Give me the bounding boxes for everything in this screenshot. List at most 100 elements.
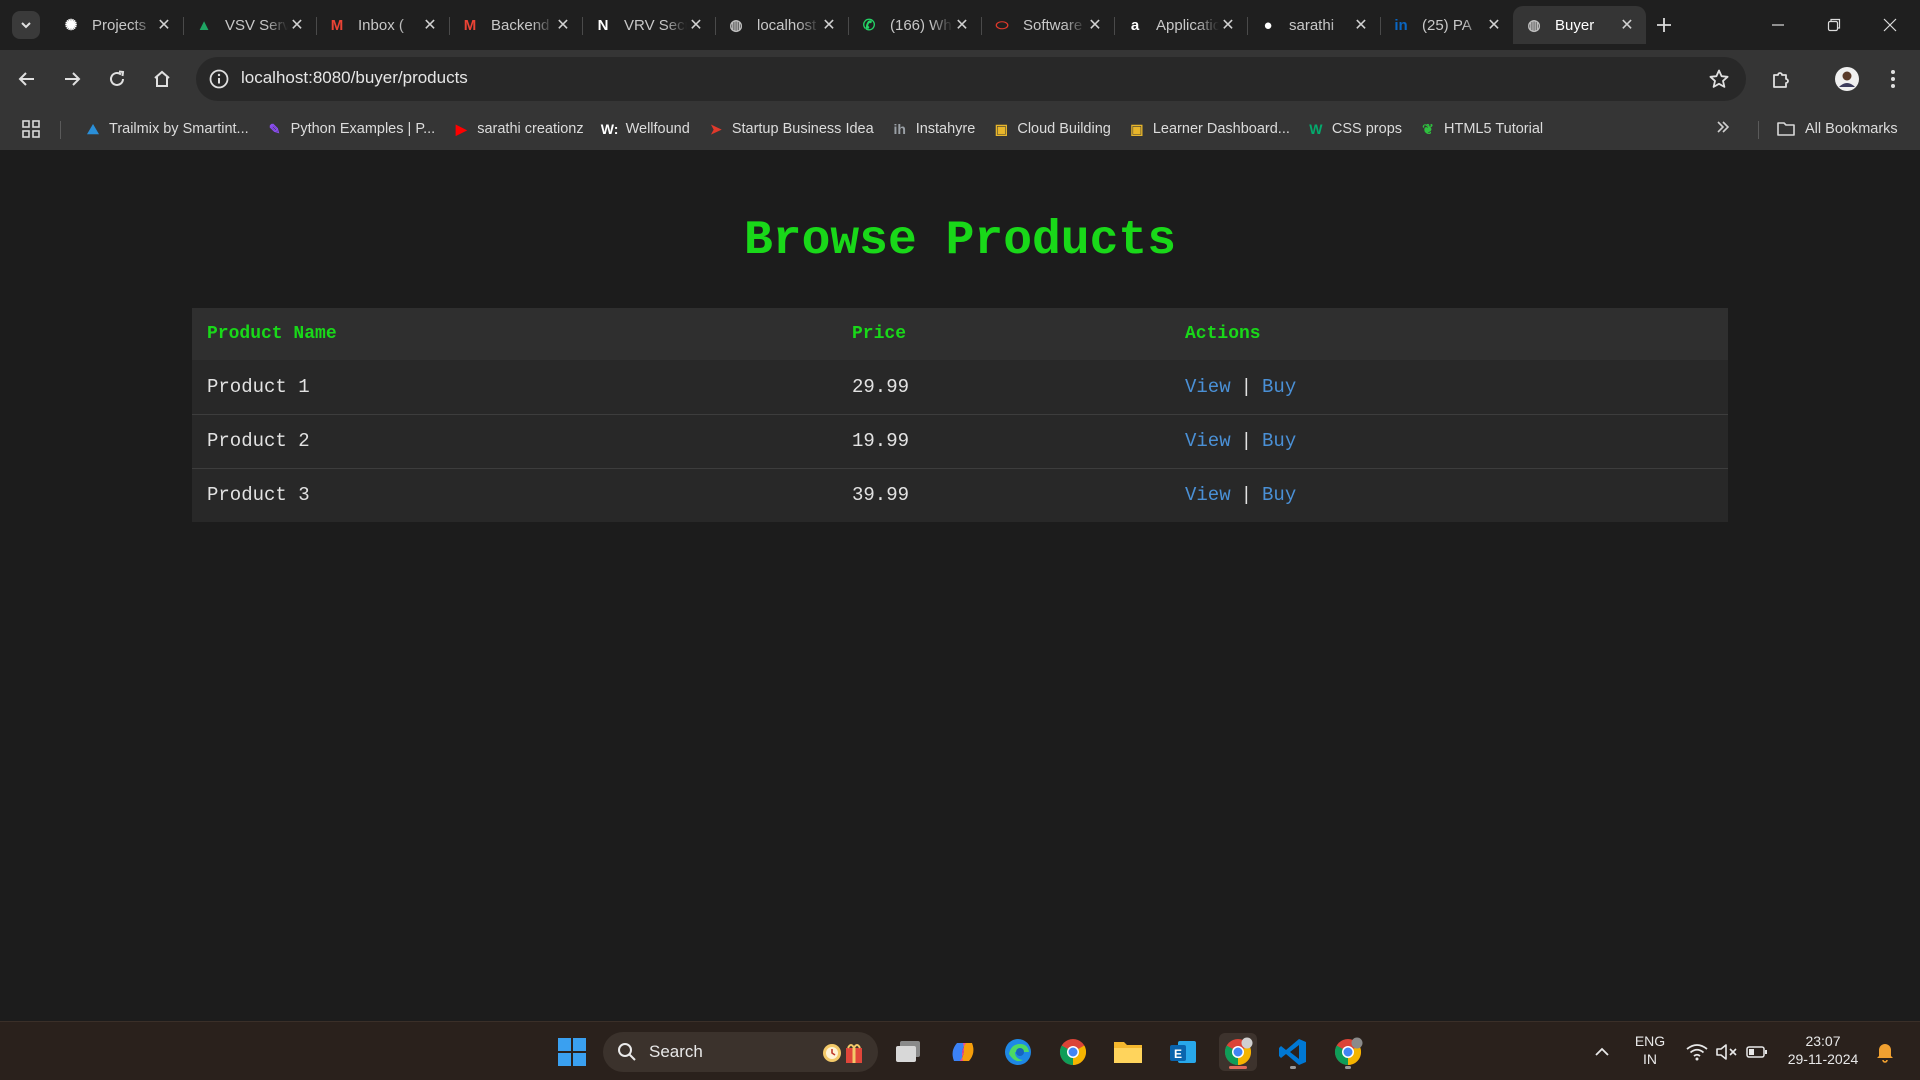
clock[interactable]: 23:07 29-11-2024	[1782, 1032, 1864, 1068]
apps-grid-icon[interactable]	[21, 119, 41, 139]
close-tab-icon[interactable]: ✕	[288, 16, 306, 34]
wellfound-icon: W:	[600, 121, 619, 137]
tab[interactable]: M Inbox (✕	[316, 6, 449, 44]
vscode-icon	[1279, 1039, 1306, 1065]
buy-product-link[interactable]: Buy	[1262, 430, 1296, 452]
bookmark-star-icon[interactable]	[1708, 68, 1730, 90]
back-button[interactable]	[12, 64, 42, 94]
speaker-muted-icon[interactable]	[1716, 1043, 1738, 1061]
bookmark-item[interactable]: ➤ Startup Business Idea	[702, 115, 880, 143]
url-text[interactable]: localhost:8080/buyer/products	[241, 68, 468, 88]
windows-taskbar: Search E ENG IN 23:07 29-11-2024	[0, 1021, 1920, 1080]
restore-button[interactable]	[1806, 0, 1862, 50]
bookmark-item[interactable]: W: Wellfound	[596, 115, 696, 143]
bookmark-item[interactable]: ⛰ Trailmix by Smartint...	[79, 115, 255, 143]
view-product-link[interactable]: View	[1185, 484, 1231, 506]
tab-active[interactable]: ◍ Buyer ✕	[1513, 6, 1646, 44]
close-tab-icon[interactable]: ✕	[1618, 16, 1636, 34]
notification-bell-icon[interactable]	[1875, 1041, 1895, 1063]
bookmark-item[interactable]: W CSS props	[1302, 115, 1408, 143]
tab[interactable]: a Applications✕	[1114, 6, 1247, 44]
forward-button[interactable]	[57, 64, 87, 94]
taskbar-chrome[interactable]	[1054, 1033, 1092, 1071]
task-view-icon	[896, 1041, 920, 1062]
bookmark-item[interactable]: ▶ sarathi creationz	[447, 115, 589, 143]
close-tab-icon[interactable]: ✕	[1352, 16, 1370, 34]
active-app-indicator	[1229, 1066, 1247, 1069]
whatsapp-icon: ✆	[862, 17, 876, 34]
taskbar-task-view[interactable]	[889, 1033, 927, 1071]
bookmark-separator	[1758, 121, 1759, 139]
close-tab-icon[interactable]: ✕	[554, 16, 572, 34]
tab[interactable]: ✺ Projects ✕	[50, 6, 183, 44]
bookmark-item[interactable]: ▣ Learner Dashboard...	[1123, 115, 1296, 143]
close-tab-icon[interactable]: ✕	[1086, 16, 1104, 34]
close-tab-icon[interactable]: ✕	[687, 16, 705, 34]
taskbar-copilot[interactable]	[944, 1033, 982, 1071]
close-tab-icon[interactable]: ✕	[1219, 16, 1237, 34]
tab[interactable]: in (25) PA ✕	[1380, 6, 1513, 44]
bookmarks-bar: ⛰ Trailmix by Smartint... ✎ Python Examples…	[0, 108, 1920, 150]
language-indicator[interactable]: ENG IN	[1630, 1032, 1670, 1068]
bookmark-item[interactable]: ▣ Cloud Building	[987, 115, 1117, 143]
taskbar-edge[interactable]	[999, 1033, 1037, 1071]
bookmark-separator	[60, 121, 61, 139]
taskbar-file-explorer[interactable]	[1109, 1033, 1147, 1071]
new-tab-button[interactable]	[1650, 11, 1678, 39]
home-icon	[154, 70, 170, 87]
product-name-cell: Product 1	[192, 360, 837, 414]
site-info-icon[interactable]	[208, 68, 230, 90]
bookmark-item[interactable]: ✎ Python Examples | P...	[261, 115, 442, 143]
tab[interactable]: ● sarathi ✕	[1247, 6, 1380, 44]
taskbar-outlook[interactable]: E	[1164, 1033, 1202, 1071]
tab-title: VSV Services	[225, 16, 288, 34]
tab[interactable]: ◍ localhost ✕	[715, 6, 848, 44]
menu-button[interactable]	[1878, 64, 1908, 94]
chrome-profile-icon	[1224, 1037, 1253, 1066]
all-bookmarks-button[interactable]: All Bookmarks	[1776, 108, 1898, 150]
buy-product-link[interactable]: Buy	[1262, 376, 1296, 398]
reload-button[interactable]	[102, 64, 132, 94]
tab-search-button[interactable]	[12, 11, 40, 39]
start-button[interactable]	[553, 1033, 591, 1071]
minimize-button[interactable]	[1750, 0, 1806, 50]
close-tab-icon[interactable]: ✕	[1485, 16, 1503, 34]
bookmark-label: Instahyre	[915, 121, 976, 137]
tab[interactable]: ✆ (166) WhatsApp✕	[848, 6, 981, 44]
taskbar-vscode[interactable]	[1274, 1033, 1312, 1071]
address-bar[interactable]: localhost:8080/buyer/products	[196, 57, 1746, 101]
close-window-button[interactable]	[1862, 0, 1918, 50]
view-product-link[interactable]: View	[1185, 376, 1231, 398]
product-actions-cell: View | Buy	[1170, 467, 1728, 522]
taskbar-chrome-profile[interactable]	[1329, 1033, 1367, 1071]
close-tab-icon[interactable]: ✕	[155, 16, 173, 34]
taskbar-search[interactable]: Search	[603, 1032, 878, 1072]
close-tab-icon[interactable]: ✕	[953, 16, 971, 34]
home-button[interactable]	[147, 64, 177, 94]
all-bookmarks-label: All Bookmarks	[1805, 121, 1898, 137]
profile-avatar[interactable]	[1832, 64, 1862, 94]
taskbar-chrome-active[interactable]	[1219, 1033, 1257, 1071]
tab-strip: ✺Projects✕▲VSV Services✕MInbox (✕MBacken…	[0, 0, 1920, 50]
tab[interactable]: N VRV Security✕	[582, 6, 715, 44]
action-separator: |	[1240, 484, 1253, 507]
bookmark-item[interactable]: ih Instahyre	[886, 115, 982, 143]
bookmark-item[interactable]: ❦ HTML5 Tutorial	[1414, 115, 1549, 143]
close-tab-icon[interactable]: ✕	[421, 16, 439, 34]
tab[interactable]: ⬭ Software ✕	[981, 6, 1114, 44]
battery-icon[interactable]	[1746, 1045, 1768, 1059]
table-header-row: Product Name Price Actions	[192, 308, 1728, 360]
action-separator: |	[1240, 430, 1253, 452]
view-product-link[interactable]: View	[1185, 430, 1231, 452]
close-tab-icon[interactable]: ✕	[820, 16, 838, 34]
minimize-icon	[1772, 24, 1784, 26]
chevron-up-icon[interactable]	[1594, 1044, 1610, 1060]
arrow-left-icon	[18, 72, 34, 86]
tab[interactable]: M Backend ✕	[449, 6, 582, 44]
wifi-icon[interactable]	[1686, 1043, 1708, 1061]
more-bookmarks-button[interactable]	[1716, 118, 1730, 139]
extensions-button[interactable]	[1766, 64, 1796, 94]
tab[interactable]: ▲ VSV Services✕	[183, 6, 316, 44]
buy-product-link[interactable]: Buy	[1262, 484, 1296, 506]
globe-icon: ◍	[729, 17, 743, 34]
